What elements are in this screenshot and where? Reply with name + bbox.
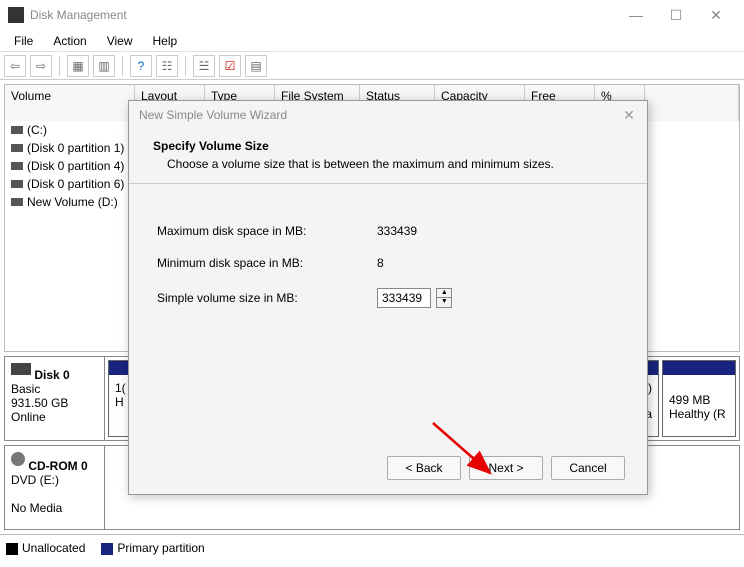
drive-icon <box>11 162 23 170</box>
toolbar-btn-6[interactable]: ▤ <box>245 55 267 77</box>
back-icon[interactable]: ⇦ <box>4 55 26 77</box>
disk-status: Online <box>11 410 46 424</box>
wizard-close-button[interactable]: ✕ <box>621 107 637 124</box>
disk-partition[interactable]: 499 MBHealthy (R <box>662 360 736 437</box>
toolbar-btn-5[interactable]: ☑ <box>219 55 241 77</box>
toolbar-btn-2[interactable]: ▥ <box>93 55 115 77</box>
volume-name: (Disk 0 partition 4) <box>27 159 139 173</box>
menu-view[interactable]: View <box>97 32 143 50</box>
forward-icon[interactable]: ⇨ <box>30 55 52 77</box>
cdrom-sub: DVD (E:) <box>11 473 59 487</box>
minimize-button[interactable]: — <box>616 1 656 29</box>
cancel-button[interactable]: Cancel <box>551 456 625 480</box>
wizard-subheading: Choose a volume size that is between the… <box>153 153 623 171</box>
toolbar-btn-3[interactable]: ☷ <box>156 55 178 77</box>
spinner-down-icon[interactable]: ▼ <box>437 298 451 307</box>
toolbar-btn-4[interactable]: ☱ <box>193 55 215 77</box>
wizard-titlebar: New Simple Volume Wizard ✕ <box>129 101 647 129</box>
drive-icon <box>11 180 23 188</box>
legend-primary: Primary partition <box>101 541 204 555</box>
disk-icon <box>11 363 31 375</box>
wizard-dialog: New Simple Volume Wizard ✕ Specify Volum… <box>128 100 648 495</box>
disk-type: Basic <box>11 382 40 396</box>
window-title: Disk Management <box>30 8 616 22</box>
next-button[interactable]: Next > <box>469 456 543 480</box>
menu-file[interactable]: File <box>4 32 43 50</box>
back-button[interactable]: < Back <box>387 456 461 480</box>
app-icon <box>8 7 24 23</box>
volume-name: (Disk 0 partition 6) <box>27 177 139 191</box>
volume-name: (Disk 0 partition 1) <box>27 141 139 155</box>
volume-size-label: Simple volume size in MB: <box>157 291 377 305</box>
part-text: H <box>115 395 124 409</box>
spinner-up-icon[interactable]: ▲ <box>437 289 451 298</box>
menubar: File Action View Help <box>0 30 744 52</box>
min-space-label: Minimum disk space in MB: <box>157 256 377 270</box>
drive-icon <box>11 198 23 206</box>
volume-size-input[interactable] <box>377 288 431 308</box>
part-text: Healthy (R <box>669 407 726 421</box>
cdrom-status: No Media <box>11 501 62 515</box>
menu-help[interactable]: Help <box>143 32 188 50</box>
volume-name: (C:) <box>27 123 139 137</box>
cdrom-icon <box>11 452 25 466</box>
disk-title: Disk 0 <box>34 368 69 382</box>
disk-size: 931.50 GB <box>11 396 68 410</box>
part-text: 499 MB <box>669 393 710 407</box>
titlebar: Disk Management — ☐ ✕ <box>0 0 744 30</box>
toolbar: ⇦ ⇨ ▦ ▥ ? ☷ ☱ ☑ ▤ <box>0 52 744 80</box>
cdrom-info[interactable]: CD-ROM 0 DVD (E:) No Media <box>5 446 105 529</box>
cdrom-title: CD-ROM 0 <box>28 459 87 473</box>
volume-name: New Volume (D:) <box>27 195 139 209</box>
drive-icon <box>11 126 23 134</box>
drive-icon <box>11 144 23 152</box>
maximize-button[interactable]: ☐ <box>656 1 696 29</box>
legend: Unallocated Primary partition <box>0 534 744 561</box>
max-space-label: Maximum disk space in MB: <box>157 224 377 238</box>
help-icon[interactable]: ? <box>130 55 152 77</box>
size-spinner[interactable]: ▲ ▼ <box>436 288 452 308</box>
close-button[interactable]: ✕ <box>696 1 736 29</box>
wizard-title-text: New Simple Volume Wizard <box>139 108 621 122</box>
col-volume[interactable]: Volume <box>5 85 135 121</box>
min-space-value: 8 <box>377 256 384 270</box>
toolbar-btn-1[interactable]: ▦ <box>67 55 89 77</box>
max-space-value: 333439 <box>377 224 417 238</box>
legend-unallocated: Unallocated <box>6 541 85 555</box>
disk-0-info[interactable]: Disk 0 Basic 931.50 GB Online <box>5 357 105 440</box>
menu-action[interactable]: Action <box>43 32 96 50</box>
part-text: 1( <box>115 381 126 395</box>
wizard-heading: Specify Volume Size <box>153 139 623 153</box>
